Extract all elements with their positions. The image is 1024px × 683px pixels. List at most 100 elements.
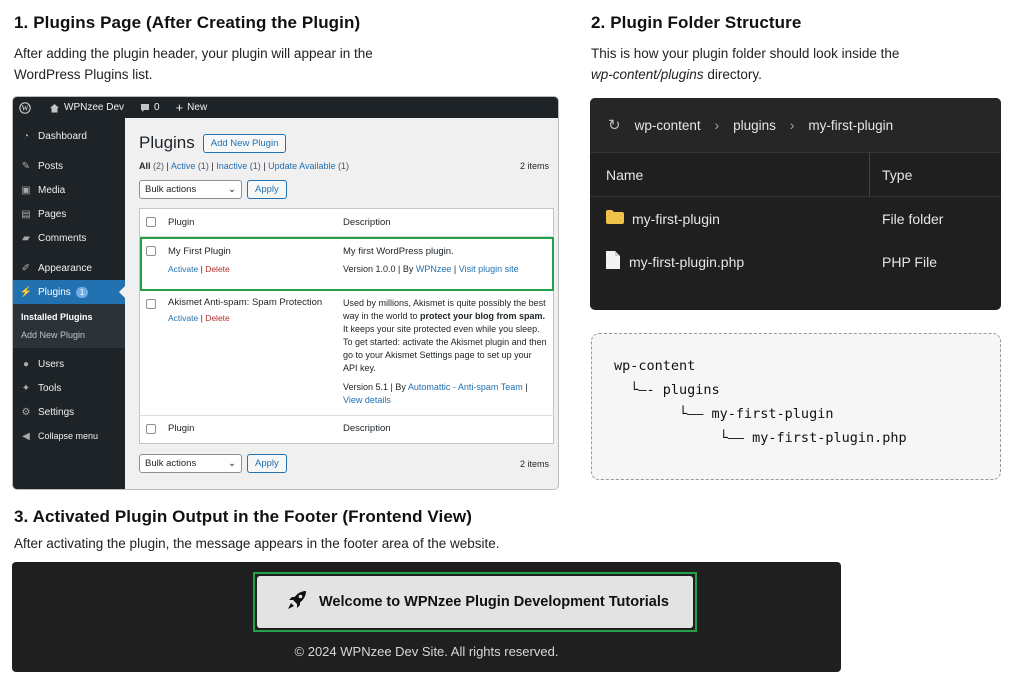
footer-message-highlight: Welcome to WPNzee Plugin Development Tut…: [253, 572, 697, 632]
apply-button-bottom[interactable]: Apply: [247, 454, 287, 473]
sidebar-item-dashboard[interactable]: ◔ Dashboard: [13, 124, 125, 148]
sidebar-item-pages[interactable]: ▤ Pages: [13, 202, 125, 226]
section3-heading: 3. Activated Plugin Output in the Footer…: [14, 507, 472, 526]
comment-bubble-icon[interactable]: [140, 103, 150, 113]
admin-bar-site-name[interactable]: WPNzee Dev: [64, 102, 124, 113]
select-all-checkbox[interactable]: [146, 217, 156, 227]
breadcrumb-wp-content[interactable]: wp-content: [635, 118, 701, 133]
add-new-plugin-button[interactable]: Add New Plugin: [202, 133, 287, 153]
file-explorer-screenshot: ↻ wp-content › plugins › my-first-plugin…: [590, 98, 1001, 310]
plugins-main: Plugins Add New Plugin All (2) | Active …: [125, 118, 558, 489]
plugin-checkbox[interactable]: [146, 246, 156, 256]
site-footer-screenshot: Welcome to WPNzee Plugin Development Tut…: [12, 562, 841, 672]
wp-logo-icon[interactable]: W: [19, 101, 31, 114]
footer-copyright: © 2024 WPNzee Dev Site. All rights reser…: [294, 644, 559, 659]
admin-bar-new[interactable]: New: [187, 102, 207, 113]
view-details-link[interactable]: View details: [343, 395, 391, 405]
sidebar-item-users[interactable]: ● Users: [13, 352, 125, 376]
delete-link[interactable]: Delete: [205, 264, 230, 274]
section2-heading: 2. Plugin Folder Structure: [591, 13, 802, 32]
section2-desc-path: wp-content/plugins: [591, 67, 704, 82]
filter-active[interactable]: Active: [171, 161, 196, 171]
folder-icon: [606, 210, 624, 227]
media-icon: ▣: [21, 184, 31, 196]
svg-text:W: W: [22, 104, 29, 112]
delete-link[interactable]: Delete: [205, 313, 230, 323]
dashboard-icon: ◔: [22, 130, 30, 142]
col-plugin-header: Plugin: [168, 217, 195, 228]
admin-bar: W WPNzee Dev 0 + New: [13, 97, 558, 118]
col-description-header: Description: [343, 217, 391, 228]
breadcrumb-plugins[interactable]: plugins: [733, 118, 776, 133]
bulk-actions-select-bottom[interactable]: Bulk actions ⌄: [139, 454, 242, 473]
author-link[interactable]: Automattic - Anti-spam Team: [408, 382, 523, 392]
wrench-icon: ✦: [21, 382, 31, 394]
user-icon: ●: [22, 358, 30, 370]
sidebar-item-settings[interactable]: ⚙ Settings: [13, 400, 125, 424]
pin-icon: ✎: [21, 160, 31, 172]
admin-bar-comment-count[interactable]: 0: [154, 102, 160, 113]
visit-plugin-site-link[interactable]: Visit plugin site: [459, 264, 519, 274]
table-row: My First Plugin Activate | Delete My fir…: [139, 236, 554, 291]
chevron-down-icon: ⌄: [228, 458, 236, 469]
sidebar-item-appearance[interactable]: ✐ Appearance: [13, 256, 125, 280]
plugin-name: Akismet Anti-spam: Spam Protection: [168, 297, 323, 308]
section2-desc-line1: This is how your plugin folder should lo…: [591, 46, 900, 61]
items-count-top: 2 items: [519, 161, 549, 171]
apply-button-top[interactable]: Apply: [247, 180, 287, 199]
plug-icon: ⚡: [19, 286, 33, 298]
explorer-header: Name Type: [590, 153, 1001, 197]
plugins-submenu: Installed Plugins Add New Plugin: [13, 304, 125, 348]
sidebar-item-posts[interactable]: ✎ Posts: [13, 154, 125, 178]
chevron-right-icon: ›: [714, 117, 720, 133]
plus-icon[interactable]: +: [176, 101, 184, 114]
plugins-update-badge: 1: [75, 286, 89, 298]
table-row: Akismet Anti-spam: Spam Protection Activ…: [139, 290, 554, 416]
tree-line: └—— my-first-plugin.php: [614, 430, 907, 446]
col-name-header[interactable]: Name: [590, 153, 870, 196]
section1-heading: 1. Plugins Page (After Creating the Plug…: [14, 13, 361, 32]
file-icon: [606, 251, 620, 272]
tree-line: wp-content: [614, 358, 696, 374]
list-item[interactable]: my-first-plugin.php PHP File: [590, 240, 1001, 283]
comments-icon: ▰: [22, 232, 30, 244]
col-type-header[interactable]: Type: [870, 167, 912, 183]
author-link[interactable]: WPNzee: [416, 264, 452, 274]
filter-update-available[interactable]: Update Available: [268, 161, 335, 171]
bulk-actions-select-top[interactable]: Bulk actions ⌄: [139, 180, 242, 199]
col-plugin-footer: Plugin: [162, 415, 337, 444]
folder-tree: wp-content └—- plugins └—— my-first-plug…: [591, 333, 1001, 480]
submenu-installed-plugins[interactable]: Installed Plugins: [13, 308, 125, 326]
plugin-description: My first WordPress plugin.: [343, 246, 454, 257]
sidebar-item-plugins[interactable]: ⚡ Plugins 1: [13, 280, 125, 304]
admin-sidebar: ◔ Dashboard ✎ Posts ▣ Media ▤ Pages ▰ Comment…: [13, 118, 125, 489]
breadcrumb-my-first-plugin[interactable]: my-first-plugin: [808, 118, 893, 133]
chevron-down-icon: ⌄: [228, 184, 236, 195]
list-item[interactable]: my-first-plugin File folder: [590, 197, 1001, 240]
tree-line: └—— my-first-plugin: [614, 406, 834, 422]
chevron-right-icon: ›: [789, 117, 795, 133]
pages-icon: ▤: [21, 208, 31, 220]
rocket-icon: [285, 588, 309, 616]
sidebar-item-media[interactable]: ▣ Media: [13, 178, 125, 202]
refresh-icon[interactable]: ↻: [608, 116, 621, 134]
select-all-checkbox-bottom[interactable]: [146, 424, 156, 434]
sidebar-collapse-menu[interactable]: ◀ Collapse menu: [13, 424, 125, 448]
sidebar-item-comments[interactable]: ▰ Comments: [13, 226, 125, 250]
section3-desc: After activating the plugin, the message…: [14, 536, 500, 551]
activate-link[interactable]: Activate: [168, 264, 198, 274]
items-count-bottom: 2 items: [519, 458, 549, 469]
filter-inactive[interactable]: Inactive: [216, 161, 247, 171]
collapse-icon: ◀: [22, 430, 30, 442]
submenu-add-new-plugin[interactable]: Add New Plugin: [13, 326, 125, 344]
home-icon[interactable]: [49, 103, 60, 113]
footer-message-text: Welcome to WPNzee Plugin Development Tut…: [319, 594, 669, 610]
section1-desc-line2: WordPress Plugins list.: [14, 67, 153, 82]
plugin-checkbox[interactable]: [146, 299, 156, 309]
sidebar-item-tools[interactable]: ✦ Tools: [13, 376, 125, 400]
col-description-footer: Description: [337, 415, 554, 444]
filter-all[interactable]: All: [139, 161, 151, 171]
plugin-name: My First Plugin: [168, 246, 231, 257]
tree-line: └—- plugins: [614, 382, 720, 398]
activate-link[interactable]: Activate: [168, 313, 198, 323]
